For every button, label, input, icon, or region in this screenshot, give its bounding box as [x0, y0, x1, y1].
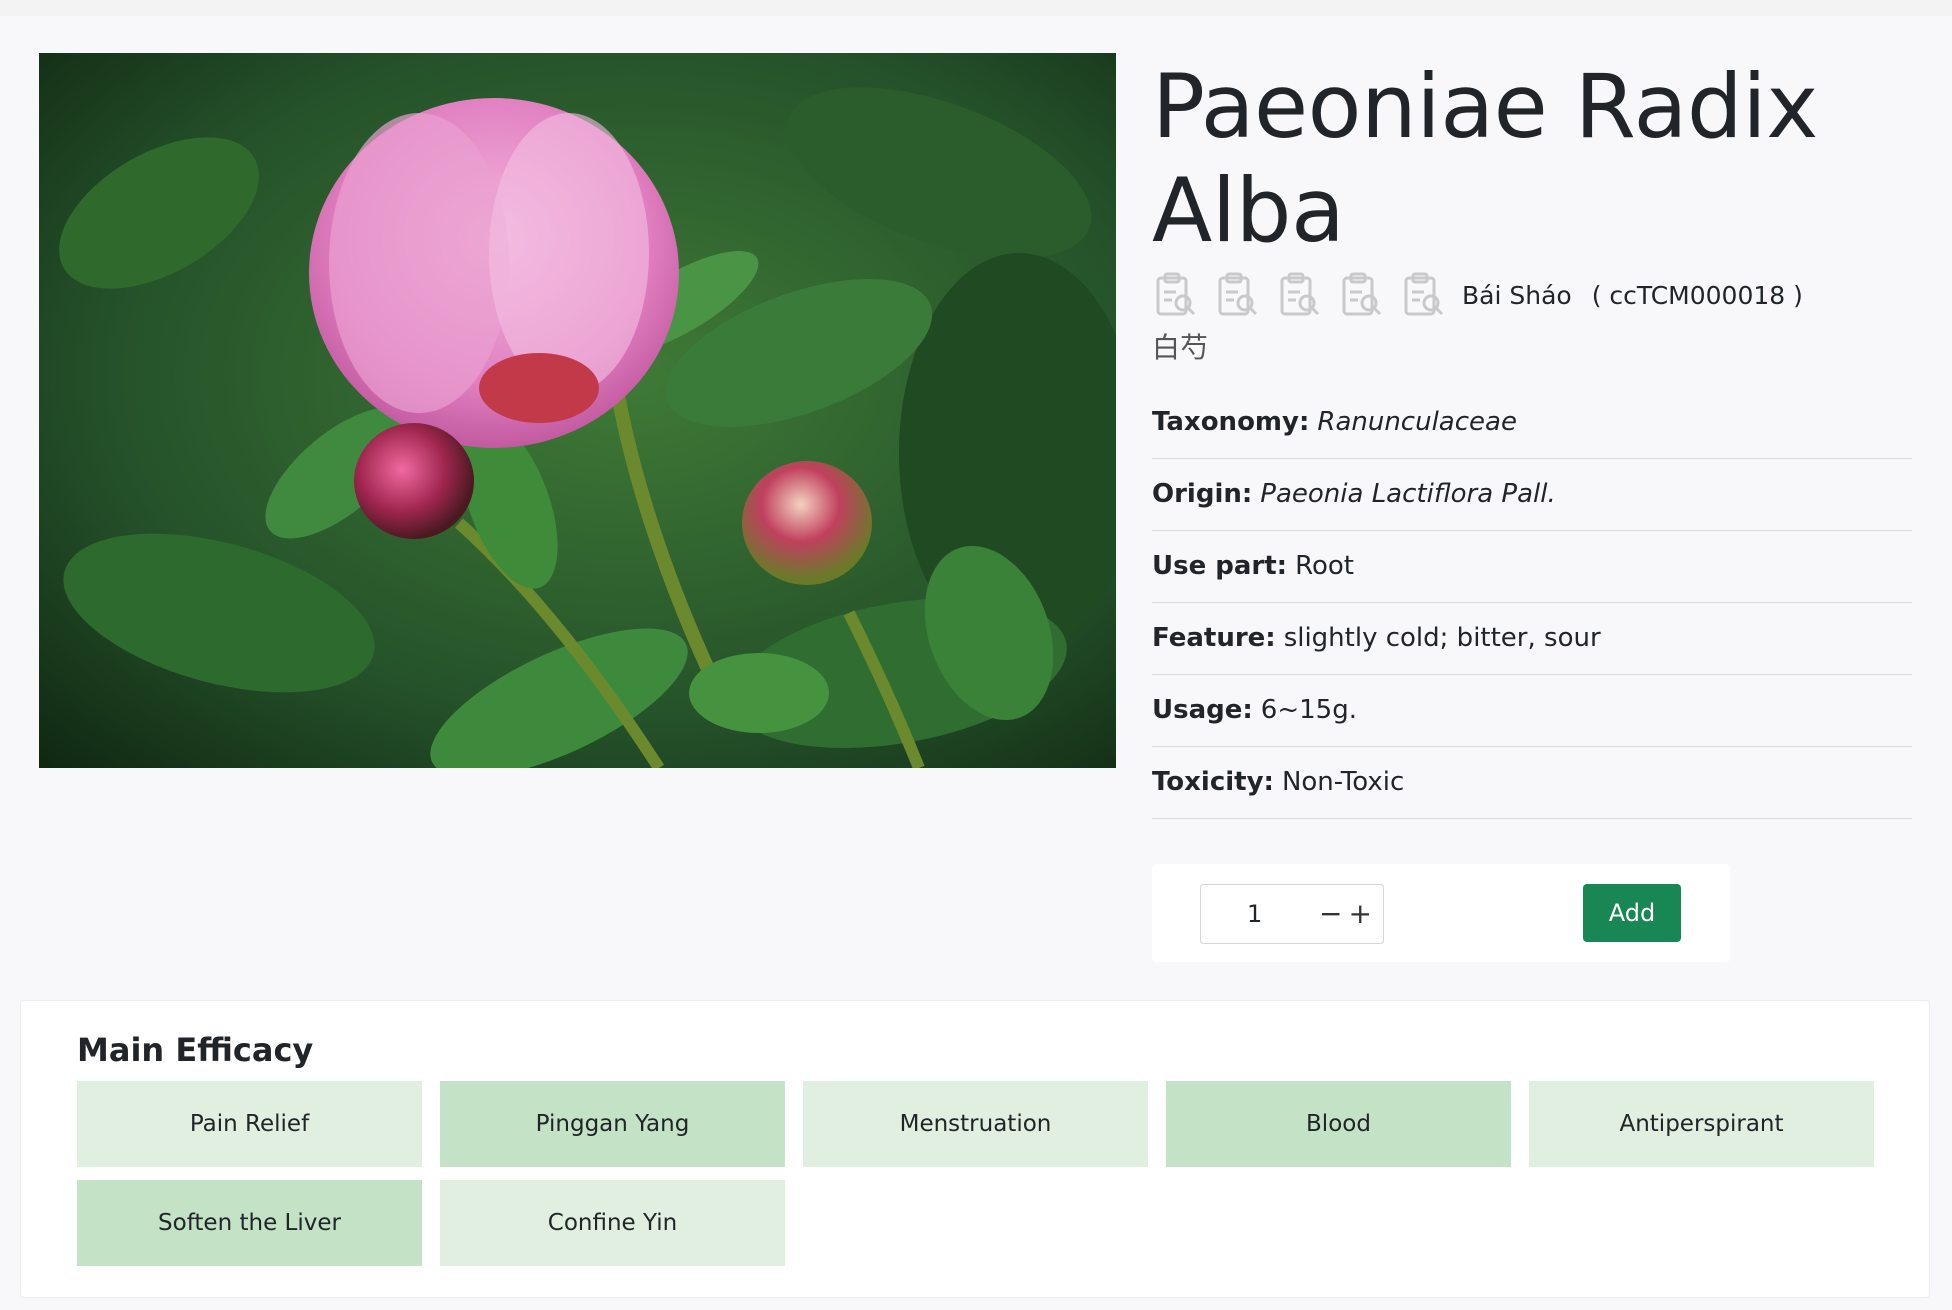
efficacy-tag[interactable]: Menstruation: [803, 1081, 1148, 1167]
quantity-stepper[interactable]: 1 − +: [1200, 884, 1384, 944]
efficacy-tag[interactable]: Antiperspirant: [1529, 1081, 1874, 1167]
efficacy-tag[interactable]: Blood: [1166, 1081, 1511, 1167]
property-origin: Origin: Paeonia Lactiflora Pall.: [1152, 459, 1912, 531]
property-value: Paeonia Lactiflora Pall.: [1260, 479, 1556, 509]
efficacy-tag[interactable]: Pain Relief: [77, 1081, 422, 1167]
property-label: Use part:: [1152, 551, 1288, 581]
property-label: Toxicity:: [1152, 767, 1274, 797]
pinyin-name: Bái Sháo: [1462, 280, 1572, 310]
herb-clipboard-icon: [1214, 270, 1262, 320]
property-label: Taxonomy:: [1152, 407, 1310, 437]
property-label: Origin:: [1152, 479, 1253, 509]
property-value: slightly cold; bitter, sour: [1283, 623, 1601, 653]
add-to-cart-panel: 1 − + Add: [1152, 864, 1730, 962]
property-value: Ranunculaceae: [1317, 407, 1517, 437]
property-use-part: Use part: Root: [1152, 531, 1912, 603]
herb-clipboard-icon: [1400, 270, 1448, 320]
property-label: Usage:: [1152, 695, 1253, 725]
herb-clipboard-icon: [1152, 270, 1200, 320]
property-value: 6~15g.: [1260, 695, 1357, 725]
top-bar: [0, 0, 1952, 16]
property-value: Non-Toxic: [1281, 767, 1405, 797]
chinese-name: 白芍: [1152, 331, 1209, 364]
stepper-buttons: − +: [1319, 885, 1378, 943]
page-title: Paeoniae Radix Alba: [1152, 55, 1818, 262]
main-efficacy-section: Main Efficacy Pain Relief Pinggan Yang M…: [20, 1000, 1930, 1298]
quantity-value[interactable]: 1: [1247, 885, 1262, 943]
property-value: Root: [1295, 551, 1354, 581]
property-label: Feature:: [1152, 623, 1276, 653]
efficacy-tag[interactable]: Pinggan Yang: [440, 1081, 785, 1167]
property-usage: Usage: 6~15g.: [1152, 675, 1912, 747]
herb-clipboard-icon: [1276, 270, 1324, 320]
property-feature: Feature: slightly cold; bitter, sour: [1152, 603, 1912, 675]
efficacy-tag[interactable]: Soften the Liver: [77, 1180, 422, 1266]
property-toxicity: Toxicity: Non-Toxic: [1152, 747, 1912, 819]
efficacy-tag[interactable]: Confine Yin: [440, 1180, 785, 1266]
section-title: Main Efficacy: [77, 1031, 314, 1069]
herb-photo: [39, 53, 1116, 768]
tcm-id: ( ccTCM000018 ): [1591, 280, 1803, 310]
decrement-button[interactable]: −: [1319, 897, 1342, 930]
property-list: Taxonomy: Ranunculaceae Origin: Paeonia La…: [1152, 387, 1912, 819]
property-taxonomy: Taxonomy: Ranunculaceae: [1152, 387, 1912, 459]
herb-clipboard-icon: [1338, 270, 1386, 320]
herb-names-row: Bái Sháo ( ccTCM000018 ): [1152, 267, 1912, 323]
add-button[interactable]: Add: [1583, 884, 1681, 942]
increment-button[interactable]: +: [1348, 897, 1371, 930]
herb-info: Paeoniae Radix Alba Bái Sháo ( ccTCM0000…: [1152, 53, 1912, 819]
